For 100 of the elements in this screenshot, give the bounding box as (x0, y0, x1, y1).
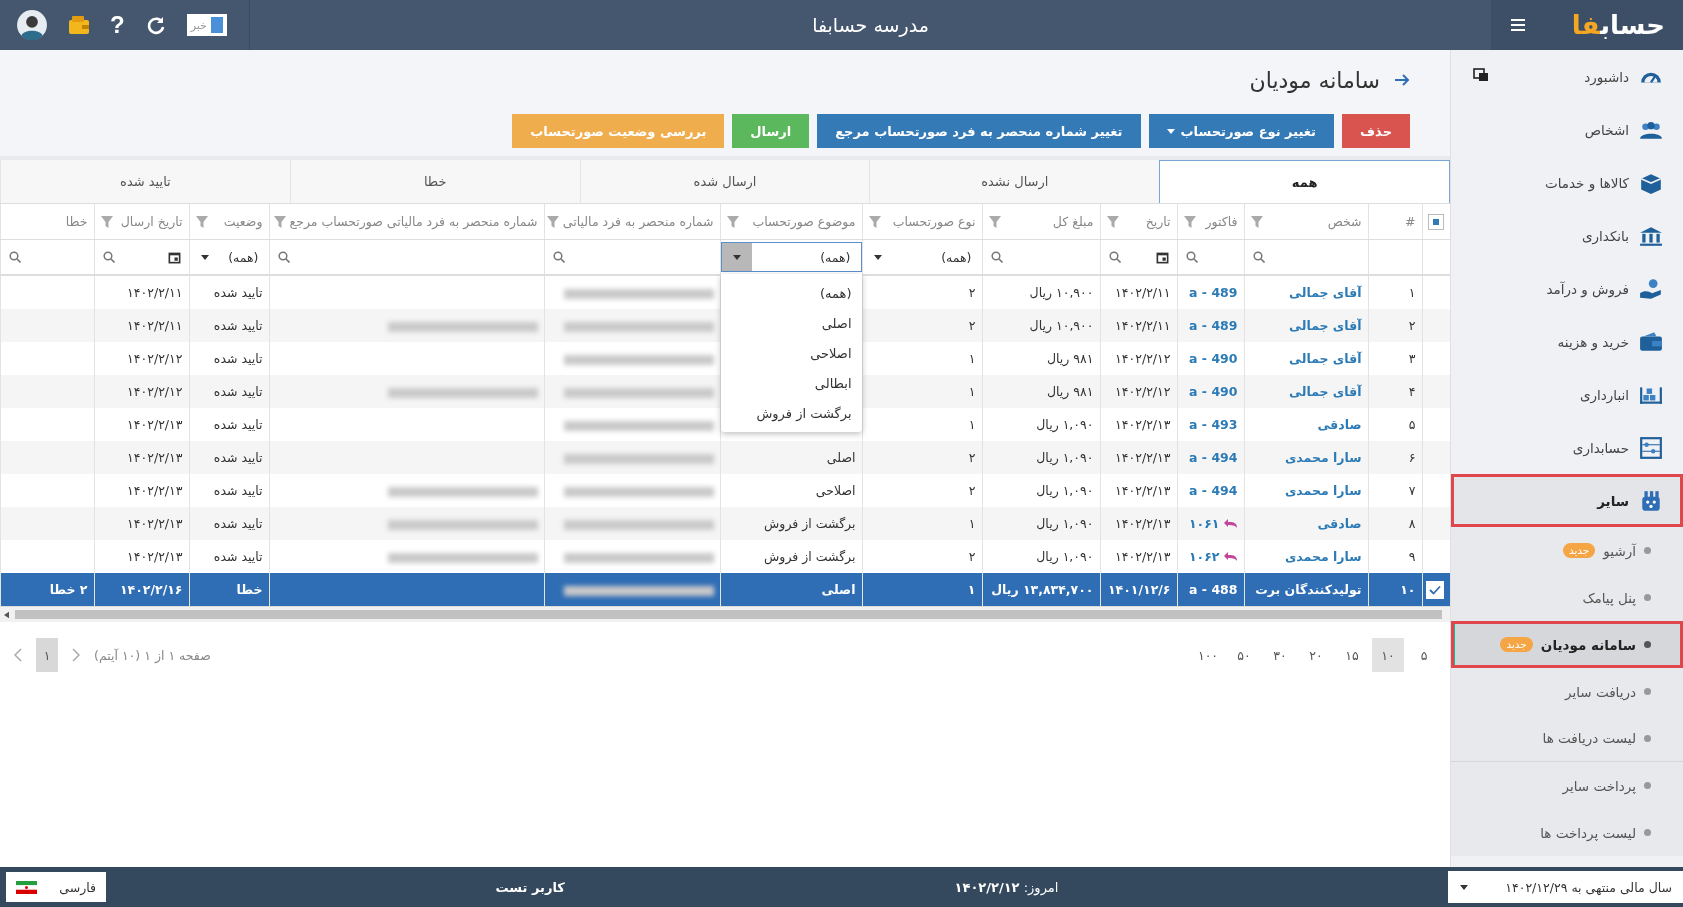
scroll-left-icon[interactable] (4, 610, 9, 619)
column-header[interactable]: تاریخ (1145, 214, 1171, 229)
table-cell: ۶ (1408, 450, 1416, 465)
fiscal-year-dropdown[interactable]: سال مالی منتهی به ۱۴۰۲/۱۲/۲۹ (1448, 871, 1683, 903)
tab[interactable]: ارسال شده (579, 160, 870, 203)
search-icon[interactable] (1252, 251, 1265, 263)
column-header[interactable]: # (1405, 214, 1416, 229)
person-link[interactable]: صادقی (1317, 417, 1362, 432)
dropdown-option[interactable]: اصلاحی (720, 338, 862, 368)
invoice-link[interactable]: ۱۰۶۲ (1188, 548, 1238, 564)
tab[interactable]: تایید شده (0, 160, 290, 203)
sidebar-item[interactable]: اشخاص (1451, 103, 1683, 156)
page-number[interactable]: ۱ (36, 638, 58, 672)
filter-icon[interactable] (273, 215, 286, 228)
next-page-icon[interactable] (72, 648, 80, 662)
filter-icon[interactable] (546, 215, 559, 228)
scrollbar[interactable] (0, 606, 1450, 622)
calendar-icon[interactable] (167, 250, 181, 264)
column-header[interactable]: تاریخ ارسال (120, 214, 183, 229)
sidebar-item[interactable]: سایر (1451, 474, 1683, 527)
filter-dropdown[interactable]: (همه) (720, 242, 862, 272)
invoice-link[interactable]: a - 493 (1189, 417, 1238, 432)
search-icon[interactable] (277, 251, 290, 263)
calendar-icon[interactable] (1155, 250, 1169, 264)
invoice-link[interactable]: a - 494 (1189, 483, 1238, 498)
dropdown-option[interactable]: برگشت از فروش (720, 398, 862, 428)
dropdown-option[interactable]: ابطالی (720, 368, 862, 398)
page-size-option[interactable]: ۲۰ (1300, 638, 1332, 672)
filter-icon[interactable] (726, 215, 739, 228)
help-icon[interactable]: ? (110, 11, 125, 39)
dropdown-option[interactable]: (همه) (720, 278, 862, 308)
sidebar-item[interactable]: خرید و هزینه (1451, 315, 1683, 368)
tab[interactable]: ارسال نشده (869, 160, 1160, 203)
filter-icon[interactable] (868, 215, 881, 228)
page-size-option[interactable]: ۱۰۰ (1192, 638, 1224, 672)
row-checkbox[interactable] (1426, 580, 1444, 599)
filter-dropdown[interactable]: (همه) (189, 240, 269, 274)
filter-icon[interactable] (988, 215, 1001, 228)
search-icon[interactable] (1185, 251, 1198, 263)
back-arrow-icon[interactable] (1394, 74, 1410, 86)
sidebar-item[interactable]: حسابداری (1451, 421, 1683, 474)
person-link[interactable]: آقای جمالی (1289, 285, 1362, 300)
sidebar-subitem[interactable]: پرداخت سایر (1451, 762, 1683, 809)
person-link[interactable]: سارا محمدی (1284, 549, 1362, 564)
search-icon[interactable] (102, 251, 115, 263)
tab[interactable]: خطا (289, 160, 580, 203)
select-all-checkbox[interactable] (1428, 214, 1444, 230)
column-header[interactable]: خطا (65, 214, 88, 229)
language-selector[interactable]: فارسی (6, 872, 106, 902)
column-header[interactable]: فاکتور (1205, 214, 1238, 229)
invoice-link[interactable]: a - 489 (1189, 285, 1238, 300)
column-header[interactable]: نوع صورتحساب (892, 214, 976, 229)
person-link[interactable]: صادقی (1317, 516, 1362, 531)
search-icon[interactable] (990, 251, 1003, 263)
search-icon[interactable] (8, 251, 21, 263)
table-cell: ۱,۰۹۰ ریال (1036, 516, 1094, 531)
person-link[interactable]: آقای جمالی (1289, 351, 1362, 366)
toolbar-button[interactable]: تغییر شماره منحصر به فرد صورتحساب مرجع (817, 114, 1141, 148)
sidebar-item[interactable]: فروش و درآمد (1451, 262, 1683, 315)
toolbar-button[interactable]: حذف (1342, 114, 1410, 148)
filter-icon[interactable] (1183, 215, 1196, 228)
column-header[interactable]: وضعیت (223, 214, 263, 229)
sidebar-subitem[interactable]: پنل پیامک (1451, 574, 1683, 621)
previous-page-icon[interactable] (14, 648, 22, 662)
dropdown-option[interactable]: اصلی (720, 308, 862, 338)
filter-icon[interactable] (1106, 215, 1119, 228)
sidebar-item[interactable]: کالاها و خدمات (1451, 156, 1683, 209)
filter-icon[interactable] (1250, 215, 1263, 228)
menu-icon[interactable] (1511, 19, 1525, 31)
page-size-option[interactable]: ۱۵ (1336, 638, 1368, 672)
filter-icon[interactable] (100, 215, 113, 228)
search-icon[interactable] (552, 251, 565, 263)
sidebar-subitem[interactable]: دریافت سایر (1451, 668, 1683, 715)
toolbar-button[interactable]: تغییر نوع صورتحساب (1148, 114, 1334, 148)
column-header[interactable]: مبلغ کل (1052, 214, 1094, 229)
table-cell: اصلی (826, 450, 856, 465)
tab[interactable]: همه (1159, 160, 1450, 203)
sidebar-subitem[interactable]: لیست دریافت ها (1451, 715, 1683, 762)
sidebar-item[interactable]: داشبورد (1451, 50, 1683, 103)
avatar-icon[interactable] (16, 9, 48, 41)
invoice-link[interactable]: a - 490 (1189, 351, 1238, 366)
collapse-icon[interactable] (1473, 68, 1489, 82)
sidebar-subitem[interactable]: لیست پرداخت ها (1451, 809, 1683, 856)
column-header[interactable]: موضوع صورتحساب (752, 214, 856, 229)
page-size-option[interactable]: ۵۰ (1228, 638, 1260, 672)
sidebar-subitem[interactable]: سامانه مودیان جدید (1451, 621, 1683, 668)
wallet-icon[interactable] (68, 15, 90, 35)
column-header[interactable]: شماره منحصر به فرد مالیاتی (562, 214, 714, 229)
sidebar-item[interactable]: بانکداری (1451, 209, 1683, 262)
column-header[interactable]: شماره منحصر به فرد مالیاتی صورتحساب مرجع (289, 214, 538, 229)
search-icon[interactable] (1108, 251, 1121, 263)
page-size-option[interactable]: ۱۰ (1372, 638, 1404, 672)
page-size-option[interactable]: ۳۰ (1264, 638, 1296, 672)
sidebar-subitem[interactable]: آرشیو جدید (1451, 527, 1683, 574)
person-link[interactable]: سارا محمدی (1284, 483, 1362, 498)
sidebar-item[interactable]: انبارداری (1451, 368, 1683, 421)
filter-dropdown[interactable]: (همه) (862, 240, 982, 274)
column-header[interactable]: شخص (1327, 214, 1362, 229)
filter-icon[interactable] (195, 215, 208, 228)
page-size-option[interactable]: ۵ (1408, 638, 1440, 672)
